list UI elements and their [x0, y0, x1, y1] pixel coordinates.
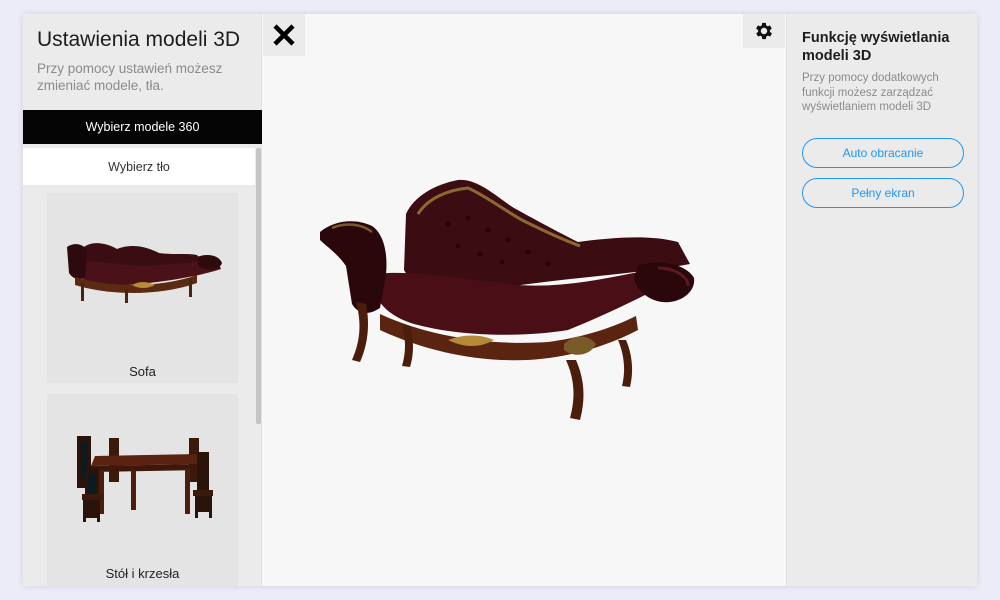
model-card-label: Sofa — [129, 364, 156, 379]
model-settings-panel: Ustawienia modeli 3D Przy pomocy ustawie… — [23, 14, 262, 586]
model-card-table-chairs[interactable]: Stół i krzesła — [47, 394, 238, 586]
settings-button[interactable] — [743, 14, 785, 48]
choose-models-button[interactable]: Wybierz modele 360 — [23, 110, 262, 144]
choose-background-button[interactable]: Wybierz tło — [23, 148, 255, 185]
auto-rotate-button[interactable]: Auto obracanie — [802, 138, 964, 168]
panel-description: Przy pomocy dodatkowych funkcji możesz z… — [802, 72, 939, 113]
model-card-label: Stół i krzesła — [105, 566, 180, 581]
gear-icon — [756, 22, 772, 40]
fullscreen-button[interactable]: Pełny ekran — [802, 178, 964, 208]
panel-title: Ustawienia modeli 3D — [37, 28, 241, 51]
table-chairs-thumbnail — [77, 436, 213, 522]
close-button[interactable] — [263, 14, 305, 56]
model-card-sofa[interactable]: Sofa — [47, 193, 238, 383]
app-window: Ustawienia modeli 3D Przy pomocy ustawie… — [23, 14, 977, 586]
scrollbar-thumb[interactable] — [256, 148, 261, 424]
sofa-thumbnail — [67, 243, 222, 303]
panel-title: Funkcję wyświetlania modeli 3D — [802, 30, 950, 64]
close-icon — [273, 24, 295, 46]
panel-description: Przy pomocy ustawień możesz zmieniać mod… — [37, 61, 223, 93]
display-functions-panel: Funkcję wyświetlania modeli 3D Przy pomo… — [786, 14, 977, 586]
sofa-3d-model[interactable] — [318, 174, 703, 429]
